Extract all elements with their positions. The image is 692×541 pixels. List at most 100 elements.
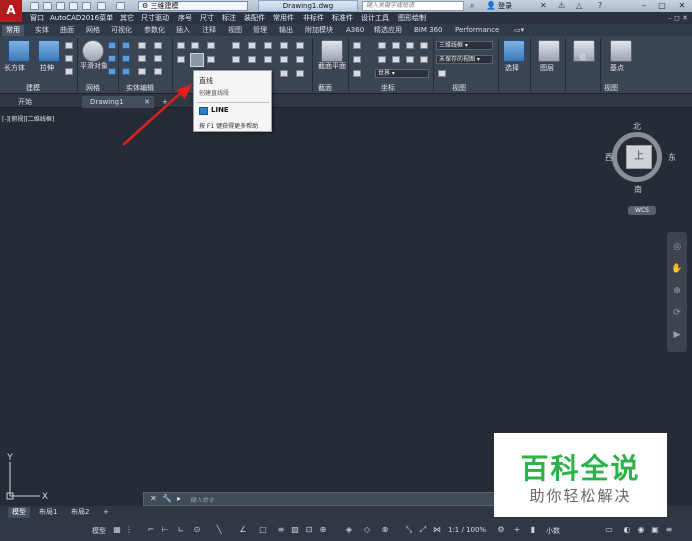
orbit-icon[interactable]: ⟳ bbox=[670, 306, 684, 320]
help-icon[interactable]: ? bbox=[598, 0, 602, 12]
tab-manage[interactable]: 管理 bbox=[253, 25, 267, 36]
panel-view[interactable]: 视图 bbox=[452, 83, 466, 93]
showmotion-icon[interactable]: ▶ bbox=[670, 328, 684, 342]
ucs-y-icon[interactable] bbox=[392, 42, 400, 49]
tab-visualize[interactable]: 可视化 bbox=[111, 25, 132, 36]
shell-icon[interactable] bbox=[154, 55, 162, 62]
search-input[interactable]: 键入关键字或短语 bbox=[362, 1, 464, 11]
compass-east[interactable]: 东 bbox=[668, 152, 676, 163]
spline-icon[interactable] bbox=[177, 56, 185, 63]
plus-icon[interactable]: + bbox=[512, 525, 522, 535]
box-icon[interactable] bbox=[8, 40, 30, 62]
tab-solid[interactable]: 实体 bbox=[35, 25, 49, 36]
login-button[interactable]: 登录 bbox=[498, 0, 512, 12]
menu-assembly[interactable]: 装配件 bbox=[244, 12, 265, 24]
cart-icon[interactable]: ✕ bbox=[540, 0, 547, 12]
menu-drawing[interactable]: 图形绘制 bbox=[398, 12, 426, 24]
rotate-icon[interactable] bbox=[248, 42, 256, 49]
menu-common-parts[interactable]: 常用件 bbox=[273, 12, 294, 24]
tab-mesh[interactable]: 网格 bbox=[86, 25, 100, 36]
wcs-menu[interactable]: WCS bbox=[628, 206, 656, 215]
align-icon[interactable] bbox=[296, 70, 304, 77]
view-tool-icon[interactable] bbox=[438, 70, 446, 77]
ucs-3point-icon[interactable] bbox=[420, 56, 428, 63]
units-dropdown[interactable]: 小数 bbox=[546, 526, 560, 536]
undo-icon[interactable] bbox=[97, 2, 106, 10]
dynamic-input-icon[interactable]: ⊢ bbox=[160, 525, 170, 535]
panel-modeling[interactable]: 建模 bbox=[26, 83, 40, 93]
pan-icon[interactable]: ✋ bbox=[670, 262, 684, 276]
section-plane-icon[interactable] bbox=[321, 40, 343, 62]
ellipse-icon[interactable] bbox=[207, 56, 215, 63]
offset-icon[interactable] bbox=[280, 56, 288, 63]
compass-west[interactable]: 西 bbox=[605, 152, 613, 163]
menu-other[interactable]: 其它 bbox=[120, 12, 134, 24]
selection-icon[interactable] bbox=[503, 40, 525, 62]
tab-insert[interactable]: 插入 bbox=[176, 25, 190, 36]
tab-featured-apps[interactable]: 精选应用 bbox=[374, 25, 402, 36]
isolate-objects-icon[interactable]: ◐ bbox=[622, 525, 632, 535]
loft-icon[interactable] bbox=[65, 68, 73, 75]
menu-dimension-driven[interactable]: 尺寸驱动 bbox=[141, 12, 169, 24]
annotation-scale-icon[interactable]: ⤢ bbox=[418, 525, 428, 535]
object-snap-icon[interactable]: □ bbox=[258, 525, 268, 535]
sweep-icon[interactable] bbox=[65, 55, 73, 62]
ucs-face-icon[interactable] bbox=[378, 56, 386, 63]
recent-commands-icon[interactable]: ▸ bbox=[177, 494, 181, 503]
menu-size[interactable]: 尺寸 bbox=[200, 12, 214, 24]
mirror-icon[interactable] bbox=[280, 42, 288, 49]
annotation-visibility-icon[interactable]: ◇ bbox=[362, 525, 372, 535]
workspace-switch-icon[interactable]: ⋈ bbox=[432, 525, 442, 535]
fillet-icon[interactable] bbox=[248, 56, 256, 63]
ucs-x-icon[interactable] bbox=[378, 42, 386, 49]
ucs-named-icon[interactable] bbox=[353, 70, 361, 77]
menu-icon[interactable]: ≡ bbox=[664, 525, 674, 535]
viewcube-top-face[interactable]: 上 bbox=[626, 145, 652, 169]
menu-design-tools[interactable]: 设计工具 bbox=[361, 12, 389, 24]
circle-icon[interactable] bbox=[207, 42, 215, 49]
close-icon[interactable]: ✕ bbox=[674, 0, 690, 12]
menu-nonstandard[interactable]: 非标件 bbox=[303, 12, 324, 24]
search-icon[interactable]: ⌕ bbox=[470, 1, 480, 11]
move-icon[interactable] bbox=[232, 42, 240, 49]
subtract-icon[interactable] bbox=[138, 42, 146, 49]
tab-layout2[interactable]: 布局2 bbox=[67, 507, 93, 518]
menu-annotate[interactable]: 标注 bbox=[222, 12, 236, 24]
open-file-icon[interactable] bbox=[43, 2, 52, 10]
application-menu-button[interactable]: A bbox=[0, 0, 22, 22]
save-icon[interactable] bbox=[56, 2, 65, 10]
tab-start[interactable]: 开始 bbox=[10, 96, 40, 108]
ucs-origin-icon[interactable] bbox=[420, 42, 428, 49]
visual-style-dropdown[interactable]: 三维线框 ▾ bbox=[436, 41, 493, 50]
model-space-button[interactable]: 模型 bbox=[92, 526, 106, 536]
exchange-icon[interactable]: ⚠ bbox=[558, 0, 565, 12]
maximize-icon[interactable]: □ bbox=[654, 0, 670, 12]
tab-layout1[interactable]: 布局1 bbox=[35, 507, 61, 518]
erase-icon[interactable] bbox=[296, 56, 304, 63]
union-icon[interactable] bbox=[122, 42, 130, 49]
minimize-icon[interactable]: – bbox=[636, 0, 652, 12]
ribbon-options-icon[interactable]: ▭▾ bbox=[514, 25, 524, 36]
tab-bim360[interactable]: BIM 360 bbox=[414, 25, 443, 36]
hardware-acceleration-icon[interactable]: ▭ bbox=[604, 525, 614, 535]
annotation-scale-dropdown[interactable]: 1:1 / 100% bbox=[448, 526, 486, 534]
tab-addins[interactable]: 附加模块 bbox=[305, 25, 333, 36]
ortho-icon[interactable]: ∟ bbox=[176, 525, 186, 535]
stretch-icon[interactable] bbox=[296, 42, 304, 49]
arc-icon[interactable] bbox=[191, 42, 199, 49]
filter-icon[interactable]: ⊗ bbox=[380, 525, 390, 535]
settings-icon[interactable]: ⚙ bbox=[496, 525, 506, 535]
polyline-icon[interactable] bbox=[177, 42, 185, 49]
auto-scale-icon[interactable]: ⤡ bbox=[404, 525, 414, 535]
compass-north[interactable]: 北 bbox=[633, 121, 641, 132]
menu-autocad2016[interactable]: AutoCAD2016菜单 bbox=[50, 12, 113, 24]
command-input[interactable]: 键入命令 bbox=[190, 495, 490, 504]
tab-a360[interactable]: A360 bbox=[346, 25, 364, 36]
mesh-tool-3[interactable] bbox=[108, 68, 116, 75]
viewport-controls[interactable]: [-][俯视][二维线框] bbox=[2, 114, 54, 123]
array-icon[interactable] bbox=[264, 56, 272, 63]
ucs-z-icon[interactable] bbox=[406, 42, 414, 49]
3d-osnap-icon[interactable]: ⊕ bbox=[318, 525, 328, 535]
polar-icon[interactable]: ⊙ bbox=[192, 525, 202, 535]
grid-icon[interactable]: ▦ bbox=[112, 525, 122, 535]
